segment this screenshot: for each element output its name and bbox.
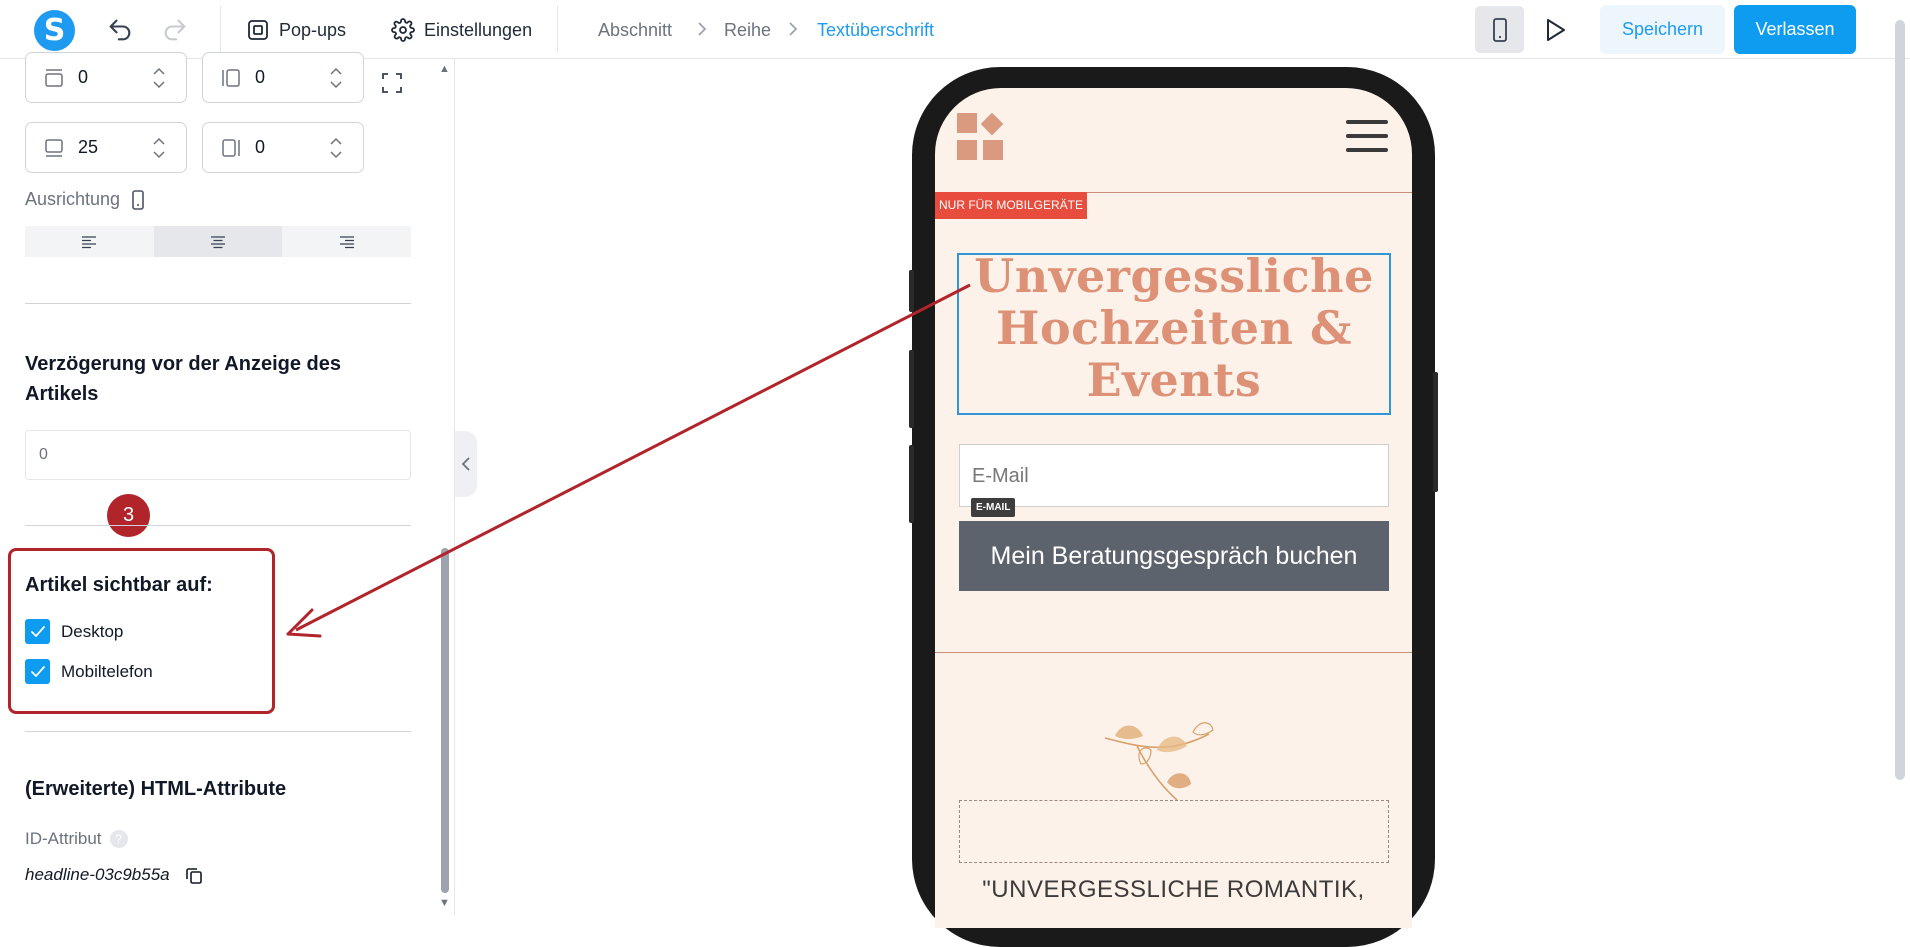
align-right-button[interactable]: [282, 226, 411, 257]
phone-side-button: [909, 350, 914, 428]
section-divider: [25, 303, 411, 304]
toolbar-divider: [220, 6, 221, 53]
check-icon: [30, 665, 45, 677]
phone-side-button: [909, 270, 914, 312]
help-icon[interactable]: ?: [109, 830, 128, 848]
padding-left-icon: [220, 67, 242, 89]
quote-text: "UNVERGESSLICHE ROMANTIK,: [982, 876, 1365, 903]
mobile-label: Mobiltelefon: [61, 661, 153, 681]
scroll-up-icon[interactable]: ▲: [439, 63, 450, 75]
breadcrumb-current[interactable]: Textüberschrift: [817, 20, 934, 41]
leave-button[interactable]: Verlassen: [1734, 5, 1856, 54]
mobile-preview-button[interactable]: [1475, 6, 1524, 53]
section-divider: [25, 525, 411, 526]
desktop-checkbox[interactable]: [25, 619, 50, 644]
settings-button[interactable]: Einstellungen: [391, 16, 532, 44]
toolbar-divider: [557, 6, 558, 53]
smartphone-icon: [1492, 17, 1507, 42]
gear-icon: [391, 18, 415, 42]
visibility-desktop-option[interactable]: Desktop: [25, 619, 123, 644]
align-left-icon: [82, 235, 97, 248]
play-icon[interactable]: [1540, 16, 1570, 44]
collapse-panel-button[interactable]: [455, 431, 477, 497]
booking-button[interactable]: Mein Beratungsgespräch buchen: [959, 521, 1389, 591]
breadcrumb-section[interactable]: Abschnitt: [598, 20, 672, 41]
desktop-label: Desktop: [61, 621, 124, 641]
settings-label: Einstellungen: [424, 19, 533, 40]
mobile-preview-canvas: NUR FÜR MOBILGERÄTE Unvergessliche Hochz…: [935, 88, 1412, 928]
id-attribute-label: ID-Attribut: [25, 829, 102, 848]
padding-bottom-icon: [43, 137, 65, 159]
app-logo[interactable]: S: [34, 10, 75, 51]
padding-right-icon: [220, 137, 242, 159]
panel-scrollbar-thumb[interactable]: [441, 548, 449, 893]
check-icon: [30, 625, 45, 637]
padding-right-field[interactable]: 0: [202, 122, 364, 173]
chevron-right-icon: [692, 18, 712, 40]
leaf-branch-icon: [1104, 722, 1214, 801]
popups-label: Pop-ups: [279, 19, 347, 40]
align-left-button[interactable]: [25, 226, 154, 257]
stepper-icon[interactable]: [327, 64, 345, 92]
top-toolbar: S Pop-ups Einstellungen Abschnitt Reihe …: [0, 0, 1910, 59]
phone-side-button: [1433, 372, 1438, 492]
section-divider: [25, 731, 411, 732]
padding-bottom-value: 25: [78, 137, 99, 157]
stepper-icon[interactable]: [327, 134, 345, 162]
scroll-down-icon[interactable]: ▼: [439, 897, 450, 909]
mobile-checkbox[interactable]: [25, 659, 50, 684]
copy-icon[interactable]: [184, 865, 204, 885]
stepper-icon[interactable]: [150, 134, 168, 162]
preview-headline[interactable]: Unvergessliche Hochzeiten & Events: [957, 250, 1391, 406]
popup-icon: [248, 20, 268, 40]
chevron-right-icon: [783, 18, 803, 40]
align-center-button[interactable]: [153, 226, 283, 257]
alignment-label: Ausrichtung: [25, 189, 121, 209]
empty-element-placeholder[interactable]: [959, 800, 1389, 863]
alignment-label-row: Ausrichtung: [25, 189, 146, 210]
settings-panel: 0 0 25 0 Ausrichtung Verzögerung vor der…: [0, 52, 455, 915]
mobile-only-badge: NUR FÜR MOBILGERÄTE: [935, 192, 1088, 219]
section-divider: [935, 652, 1412, 653]
page-scrollbar[interactable]: [1895, 20, 1905, 780]
email-field-tag: E-MAIL: [971, 498, 1016, 517]
padding-left-field[interactable]: 0: [202, 52, 364, 103]
save-button[interactable]: Speichern: [1600, 5, 1725, 54]
alignment-toggle: [25, 226, 411, 257]
popups-button[interactable]: Pop-ups: [246, 16, 346, 44]
step-badge: 3: [107, 494, 150, 537]
padding-top-icon: [43, 67, 65, 89]
breadcrumb-row[interactable]: Reihe: [724, 20, 771, 41]
undo-icon[interactable]: [106, 16, 134, 44]
align-right-icon: [339, 235, 354, 248]
redo-icon[interactable]: [161, 16, 189, 44]
padding-left-value: 0: [255, 67, 266, 87]
phone-side-button: [909, 445, 914, 523]
site-logo-icon[interactable]: [957, 113, 1009, 163]
id-attribute-value: headline-03c9b55a: [25, 865, 170, 884]
id-attribute-label-row: ID-Attribut ?: [25, 829, 128, 849]
smartphone-icon: [132, 189, 144, 210]
menu-icon[interactable]: [1346, 120, 1388, 152]
chevron-left-icon: [461, 457, 470, 471]
padding-right-value: 0: [255, 137, 266, 157]
padding-bottom-field[interactable]: 25: [25, 122, 187, 173]
email-input[interactable]: E-Mail: [959, 444, 1389, 507]
stepper-icon[interactable]: [150, 64, 168, 92]
visibility-title: Artikel sichtbar auf:: [25, 574, 213, 596]
padding-top-field[interactable]: 0: [25, 52, 187, 103]
delay-input[interactable]: 0: [25, 430, 411, 480]
padding-top-value: 0: [78, 67, 89, 87]
id-attribute-row: headline-03c9b55a: [25, 865, 204, 885]
align-center-icon: [211, 235, 225, 248]
expand-icon[interactable]: [380, 71, 404, 95]
html-attributes-title: (Erweiterte) HTML-Attribute: [25, 778, 287, 800]
visibility-mobile-option[interactable]: Mobiltelefon: [25, 659, 153, 684]
delay-title: Verzögerung vor der Anzeige des Artikels: [25, 353, 342, 405]
